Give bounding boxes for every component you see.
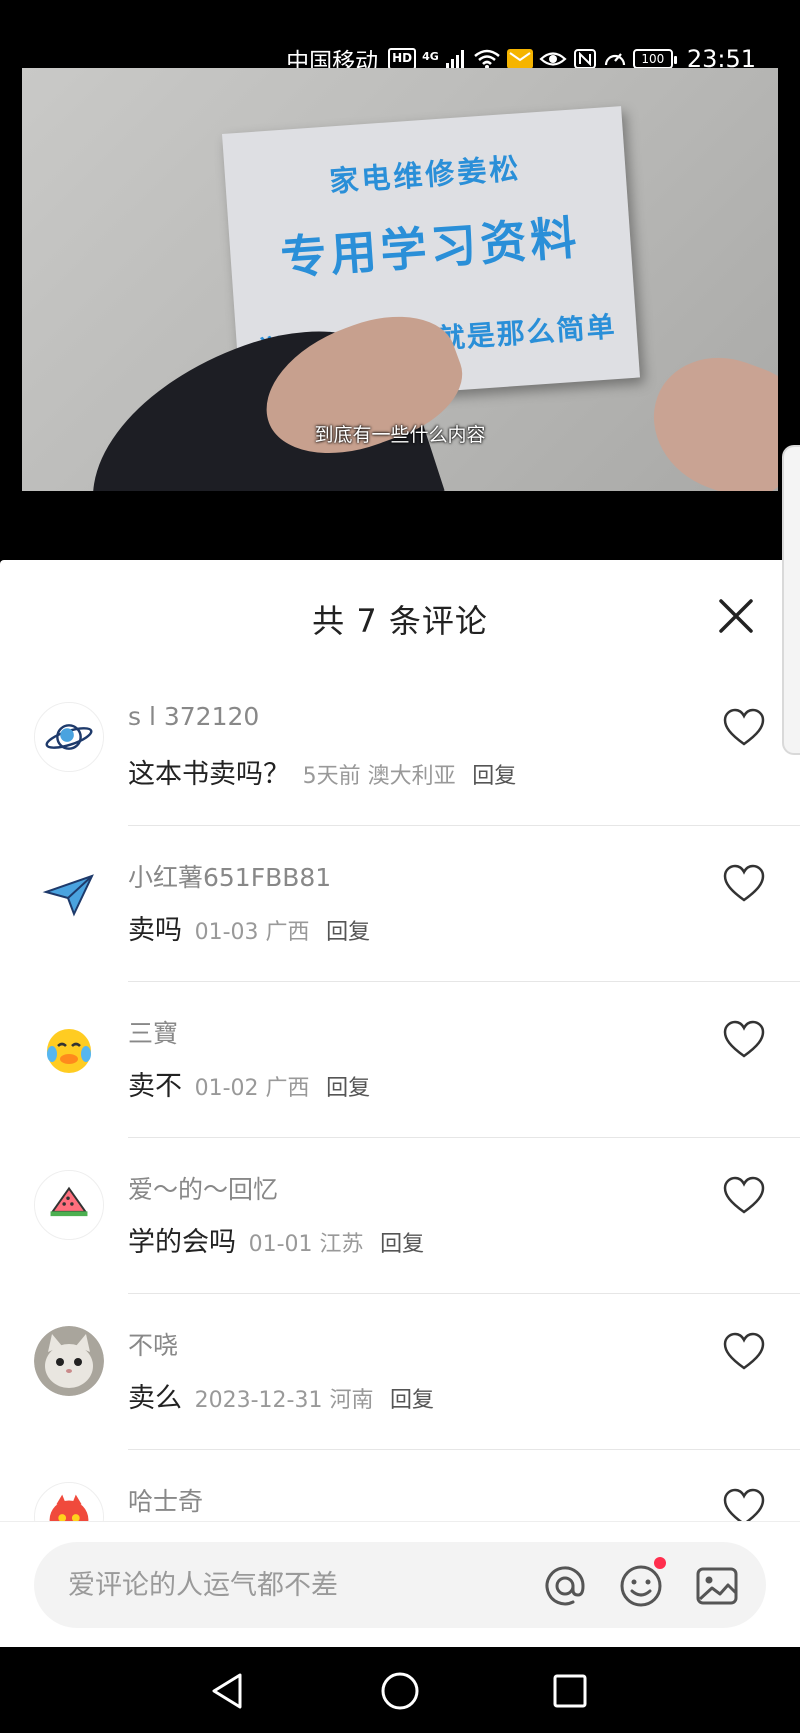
at-icon[interactable] [542, 1563, 588, 1609]
edge-panel-handle[interactable] [782, 445, 800, 755]
comment-meta: 01-01 江苏 [248, 1232, 364, 1257]
network-type-label: 4G [422, 50, 439, 63]
paper-plane-avatar[interactable] [34, 858, 104, 928]
duck-emoji-avatar[interactable] [34, 1014, 104, 1084]
hd-icon: HD [388, 48, 417, 70]
comment-text-line[interactable]: 学的会吗 01-01 江苏 回复 [128, 1220, 424, 1259]
back-triangle-icon[interactable] [206, 1669, 250, 1713]
comment-text-line[interactable]: 卖么 2023-12-31 河南 回复 [128, 1376, 434, 1415]
comment-text: 学的会吗 [128, 1227, 236, 1258]
home-circle-icon[interactable] [378, 1669, 422, 1713]
book-title-line2: 专用学习资料 [278, 210, 582, 286]
comment-item: s l 372120 这本书卖吗？ 5天前 澳大利亚 回复 [0, 670, 800, 826]
reply-button[interactable]: 回复 [326, 920, 370, 945]
video-subtitle: 到底有一些什么内容 [314, 424, 486, 446]
comment-item: 爱～的～回忆 学的会吗 01-01 江苏 回复 [0, 1138, 800, 1294]
comment-input-bar [0, 1521, 800, 1647]
wifi-icon [474, 49, 500, 69]
comment-username[interactable]: 三寶 [128, 1014, 178, 1050]
comment-item: 不哓 卖么 2023-12-31 河南 回复 [0, 1294, 800, 1450]
comment-meta: 5天前 澳大利亚 [302, 764, 456, 789]
comment-input[interactable] [68, 1542, 548, 1628]
comment-meta: 2023-12-31 河南 [194, 1388, 374, 1413]
reply-button[interactable]: 回复 [380, 1232, 424, 1257]
comment-text: 这本书卖吗？ [128, 759, 290, 790]
comment-text: 卖不 [128, 1071, 182, 1102]
eye-icon [539, 52, 567, 66]
status-bar: 中国移动 HD 4G 100 23:51 [0, 0, 800, 75]
comments-header: 共 7 条评论 [0, 560, 800, 670]
comment-meta: 01-03 广西 [194, 920, 310, 945]
system-nav-bar [0, 1647, 800, 1733]
heart-icon[interactable] [722, 708, 766, 748]
emoji-icon [620, 1565, 662, 1607]
signal-icon [445, 50, 464, 69]
emoji-button[interactable] [618, 1557, 666, 1609]
comment-meta: 01-02 广西 [194, 1076, 310, 1101]
heart-icon[interactable] [722, 864, 766, 904]
comment-text-line[interactable]: 卖不 01-02 广西 回复 [128, 1064, 370, 1103]
comment-text-line[interactable]: 卖吗 01-03 广西 回复 [128, 908, 370, 947]
battery-icon: 100 [632, 49, 677, 69]
right-hand-shape [634, 338, 778, 491]
comment-input-pill[interactable] [34, 1542, 766, 1628]
watermelon-avatar[interactable] [34, 1170, 104, 1240]
close-icon[interactable] [716, 596, 756, 636]
heart-icon[interactable] [722, 1176, 766, 1216]
heart-icon[interactable] [722, 1332, 766, 1372]
heart-icon[interactable] [722, 1020, 766, 1060]
comment-item: 三寶 卖不 01-02 广西 回复 [0, 982, 800, 1138]
comments-sheet: 共 7 条评论 s l 372120 这本书卖吗？ 5天前 澳大利亚 回复 小红… [0, 560, 800, 1647]
recents-square-icon[interactable] [548, 1669, 592, 1713]
book-title-line1: 家电维修姜松 [328, 151, 523, 199]
comment-username[interactable]: 爱～的～回忆 [128, 1170, 278, 1206]
notification-dot [654, 1557, 666, 1569]
comments-title: 共 7 条评论 [312, 602, 488, 640]
mail-notification-icon [506, 49, 533, 69]
comment-text: 卖吗 [128, 915, 182, 946]
comment-text: 卖么 [128, 1383, 182, 1414]
comment-username[interactable]: 哈士奇 [128, 1482, 203, 1518]
reply-button[interactable]: 回复 [390, 1388, 434, 1413]
planet-avatar[interactable] [34, 702, 104, 772]
image-icon[interactable] [694, 1563, 740, 1609]
comment-text-line[interactable]: 这本书卖吗？ 5天前 澳大利亚 回复 [128, 752, 516, 791]
comment-username[interactable]: 不哓 [128, 1326, 178, 1362]
comment-username[interactable]: s l 372120 [128, 702, 259, 731]
video-player[interactable]: 家电维修姜松 专用学习资料 学习家电维修就是那么简单 到底有一些什么内容 [0, 68, 800, 560]
nfc-icon [573, 49, 596, 69]
speed-gauge-icon [604, 53, 625, 66]
network-type-icon: 4G [422, 48, 439, 70]
comment-username[interactable]: 小红薯651FBB81 [128, 858, 331, 894]
comment-item: 小红薯651FBB81 卖吗 01-03 广西 回复 [0, 826, 800, 982]
video-frame[interactable]: 家电维修姜松 专用学习资料 学习家电维修就是那么简单 到底有一些什么内容 [22, 68, 778, 491]
reply-button[interactable]: 回复 [472, 764, 516, 789]
cat-avatar[interactable] [34, 1326, 104, 1396]
reply-button[interactable]: 回复 [326, 1076, 370, 1101]
